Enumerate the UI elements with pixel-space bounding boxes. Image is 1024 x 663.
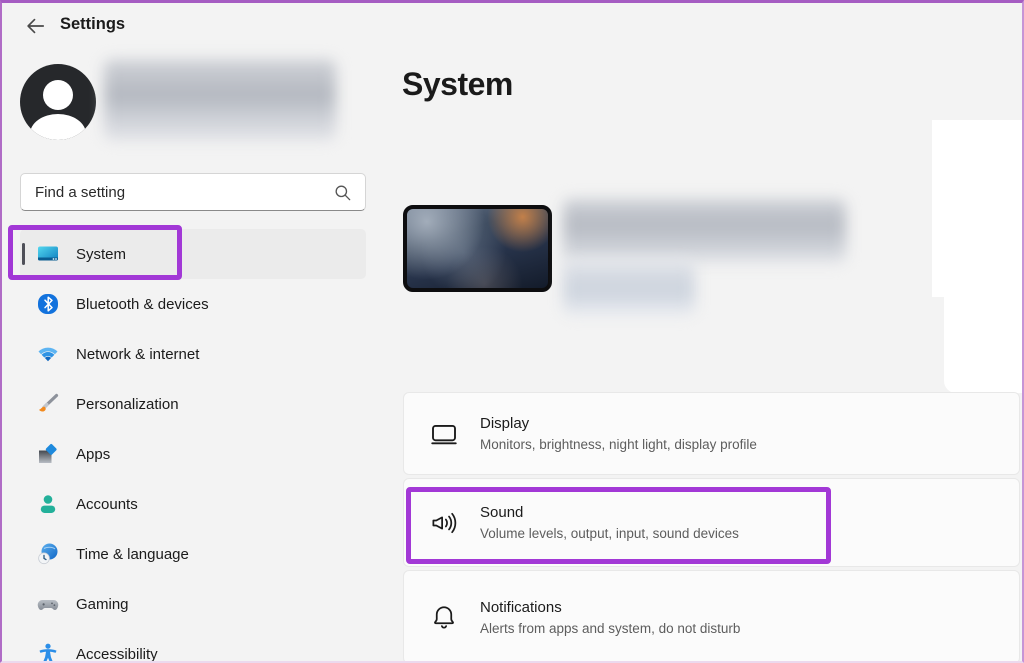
sidebar-item-apps[interactable]: Apps: [20, 429, 366, 479]
card-display[interactable]: Display Monitors, brightness, night ligh…: [403, 392, 1020, 475]
sidebar-item-personalization[interactable]: Personalization: [20, 379, 366, 429]
sidebar-item-label: System: [76, 246, 126, 263]
avatar-person-icon: [43, 80, 73, 110]
card-notifications[interactable]: Notifications Alerts from apps and syste…: [403, 570, 1020, 663]
sidebar-item-label: Accessibility: [76, 646, 158, 663]
wifi-icon: [36, 342, 60, 366]
selection-accent-pill: [22, 243, 25, 265]
sidebar-item-label: Personalization: [76, 396, 179, 413]
sidebar-item-time-language[interactable]: Time & language: [20, 529, 366, 579]
sidebar-item-label: Accounts: [76, 496, 138, 513]
device-wallpaper-thumbnail: [403, 205, 552, 292]
sidebar-item-network-internet[interactable]: Network & internet: [20, 329, 366, 379]
accounts-person-icon: [36, 492, 60, 516]
bluetooth-icon: [36, 292, 60, 316]
redacted-white-block: [932, 120, 1022, 297]
sidebar-item-bluetooth-devices[interactable]: Bluetooth & devices: [20, 279, 366, 329]
gamepad-icon: [36, 592, 60, 616]
sidebar-item-accessibility[interactable]: Accessibility: [20, 629, 366, 663]
blurred-device-link: [563, 261, 695, 315]
monitor-icon: [429, 419, 459, 449]
sidebar-item-label: Bluetooth & devices: [76, 296, 209, 313]
sidebar-item-accounts[interactable]: Accounts: [20, 479, 366, 529]
accessibility-person-icon: [36, 642, 60, 663]
card-sound[interactable]: Sound Volume levels, output, input, soun…: [403, 478, 1020, 567]
search-input[interactable]: [21, 174, 365, 210]
user-avatar[interactable]: [20, 64, 96, 140]
blurred-device-name: [563, 199, 846, 263]
card-title: Sound: [480, 504, 739, 521]
card-subtitle: Volume levels, output, input, sound devi…: [480, 526, 739, 541]
sidebar-item-label: Time & language: [76, 546, 189, 563]
paintbrush-icon: [36, 392, 60, 416]
redacted-white-block: [944, 297, 1022, 393]
bell-icon: [429, 602, 459, 632]
sidebar-item-label: Gaming: [76, 596, 129, 613]
speaker-icon: [429, 508, 459, 538]
card-subtitle: Alerts from apps and system, do not dist…: [480, 621, 740, 636]
card-title: Notifications: [480, 599, 740, 616]
blurred-user-name: [104, 60, 336, 140]
apps-icon: [36, 442, 60, 466]
sidebar-item-label: Network & internet: [76, 346, 199, 363]
back-button[interactable]: [20, 13, 50, 39]
page-title: System: [402, 66, 513, 103]
card-title: Display: [480, 415, 757, 432]
search-box: [20, 173, 366, 211]
sidebar-item-label: Apps: [76, 446, 110, 463]
sidebar-nav: System Bluetooth & devices Network & int…: [20, 229, 366, 663]
back-arrow-icon: [24, 15, 46, 37]
sidebar-item-system[interactable]: System: [20, 229, 366, 279]
window-title: Settings: [60, 15, 125, 34]
card-subtitle: Monitors, brightness, night light, displ…: [480, 437, 757, 452]
search-icon: [333, 183, 353, 203]
globe-clock-icon: [36, 542, 60, 566]
sidebar-item-gaming[interactable]: Gaming: [20, 579, 366, 629]
settings-window: Settings System: [0, 0, 1024, 663]
system-laptop-icon: [36, 242, 60, 266]
